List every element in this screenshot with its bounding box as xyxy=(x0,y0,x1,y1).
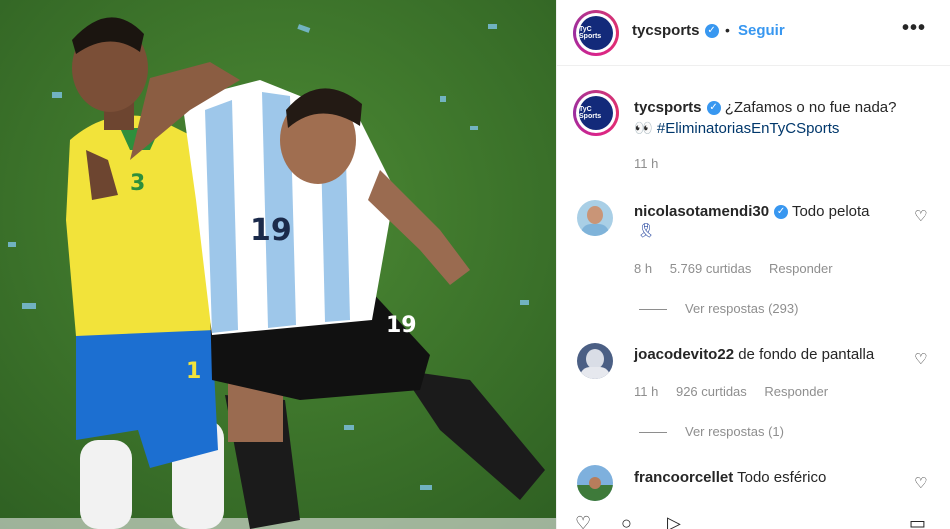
replies-divider xyxy=(639,309,667,311)
comment-time[interactable]: 11 h xyxy=(634,384,658,399)
caption-username[interactable]: tycsports xyxy=(634,99,702,116)
ribbon-emoji-icon: 🎗 xyxy=(637,222,655,238)
post-header: TyC Sports tycsports ✓ • Seguir ••• xyxy=(557,0,950,66)
view-replies-label: Ver respostas (293) xyxy=(685,301,799,316)
comment-row: nicolasotamendi30 ✓ Todo pelota xyxy=(634,203,870,220)
comment-row: francoorcellet Todo esférico xyxy=(634,469,826,486)
comment-avatar-nicolasotamendi30[interactable] xyxy=(577,200,613,236)
reply-button[interactable]: Responder xyxy=(769,261,833,276)
verified-badge-icon: ✓ xyxy=(704,23,719,38)
argentina-number: 19 xyxy=(250,213,292,248)
share-icon[interactable]: ▷ xyxy=(667,515,681,529)
follow-button[interactable]: Seguir xyxy=(738,22,785,39)
caption-avatar-logo: TyC Sports xyxy=(579,96,613,130)
reply-button[interactable]: Responder xyxy=(764,384,828,399)
post-sidebar: TyC Sports tycsports ✓ • Seguir ••• TyC S… xyxy=(556,0,950,529)
comment-meta: 8 h 5.769 curtidas Responder xyxy=(634,261,847,276)
separator-dot: • xyxy=(725,22,730,38)
argentina-shorts-number: 19 xyxy=(386,313,417,338)
view-replies-label: Ver respostas (1) xyxy=(685,424,784,439)
comment-meta: 11 h 926 curtidas Responder xyxy=(634,384,842,399)
comment-username[interactable]: francoorcellet xyxy=(634,469,733,486)
post-caption: tycsports ✓ ¿Zafamos o no fue nada? 👀 #El… xyxy=(634,97,934,139)
view-replies-button[interactable]: Ver respostas (293) xyxy=(639,301,798,316)
comment-text: Todo pelota xyxy=(791,203,870,220)
comment-icon[interactable]: ○ xyxy=(621,515,632,529)
more-horizontal-icon[interactable]: ••• xyxy=(902,17,926,40)
post-photo[interactable]: 3 1 19 19 xyxy=(0,0,556,529)
like-heart-icon[interactable]: ♡ xyxy=(914,474,927,492)
like-heart-icon[interactable]: ♡ xyxy=(914,207,927,225)
profile-avatar[interactable]: TyC Sports xyxy=(573,10,619,56)
comment-avatar-joacodevito22[interactable] xyxy=(577,343,613,379)
post-action-bar: ♡ ○ ▷ ▭ xyxy=(557,515,950,529)
avatar-logo: TyC Sports xyxy=(579,16,613,50)
comment-row: joacodevito22 de fondo de pantalla xyxy=(634,346,874,363)
match-photo: 3 1 19 19 xyxy=(0,0,556,529)
comment-time[interactable]: 8 h xyxy=(634,261,652,276)
comment-avatar-francoorcellet[interactable] xyxy=(577,465,613,501)
view-replies-button[interactable]: Ver respostas (1) xyxy=(639,424,784,439)
replies-divider xyxy=(639,432,667,434)
brazil-number: 3 xyxy=(130,171,145,196)
caption-timestamp[interactable]: 11 h xyxy=(634,156,658,171)
like-heart-icon[interactable]: ♡ xyxy=(914,350,927,368)
comment-text: Todo esférico xyxy=(737,469,827,486)
caption-avatar[interactable]: TyC Sports xyxy=(573,90,619,136)
comment-username[interactable]: nicolasotamendi30 xyxy=(634,203,769,220)
verified-badge-icon: ✓ xyxy=(774,205,789,220)
comment-likes[interactable]: 926 curtidas xyxy=(676,384,747,399)
caption-text: ¿Zafamos o no fue nada? xyxy=(724,99,897,116)
bookmark-icon[interactable]: ▭ xyxy=(909,515,926,529)
verified-badge-icon: ✓ xyxy=(706,101,721,116)
eyes-emoji-icon: 👀 xyxy=(634,120,653,137)
heart-icon[interactable]: ♡ xyxy=(575,515,591,529)
comment-text: de fondo de pantalla xyxy=(738,346,875,363)
comment-likes[interactable]: 5.769 curtidas xyxy=(670,261,752,276)
shorts-number: 1 xyxy=(186,359,201,384)
header-username[interactable]: tycsports xyxy=(632,22,700,39)
hashtag-link[interactable]: #EliminatoriasEnTyCSports xyxy=(657,120,840,137)
comment-username[interactable]: joacodevito22 xyxy=(634,346,734,363)
